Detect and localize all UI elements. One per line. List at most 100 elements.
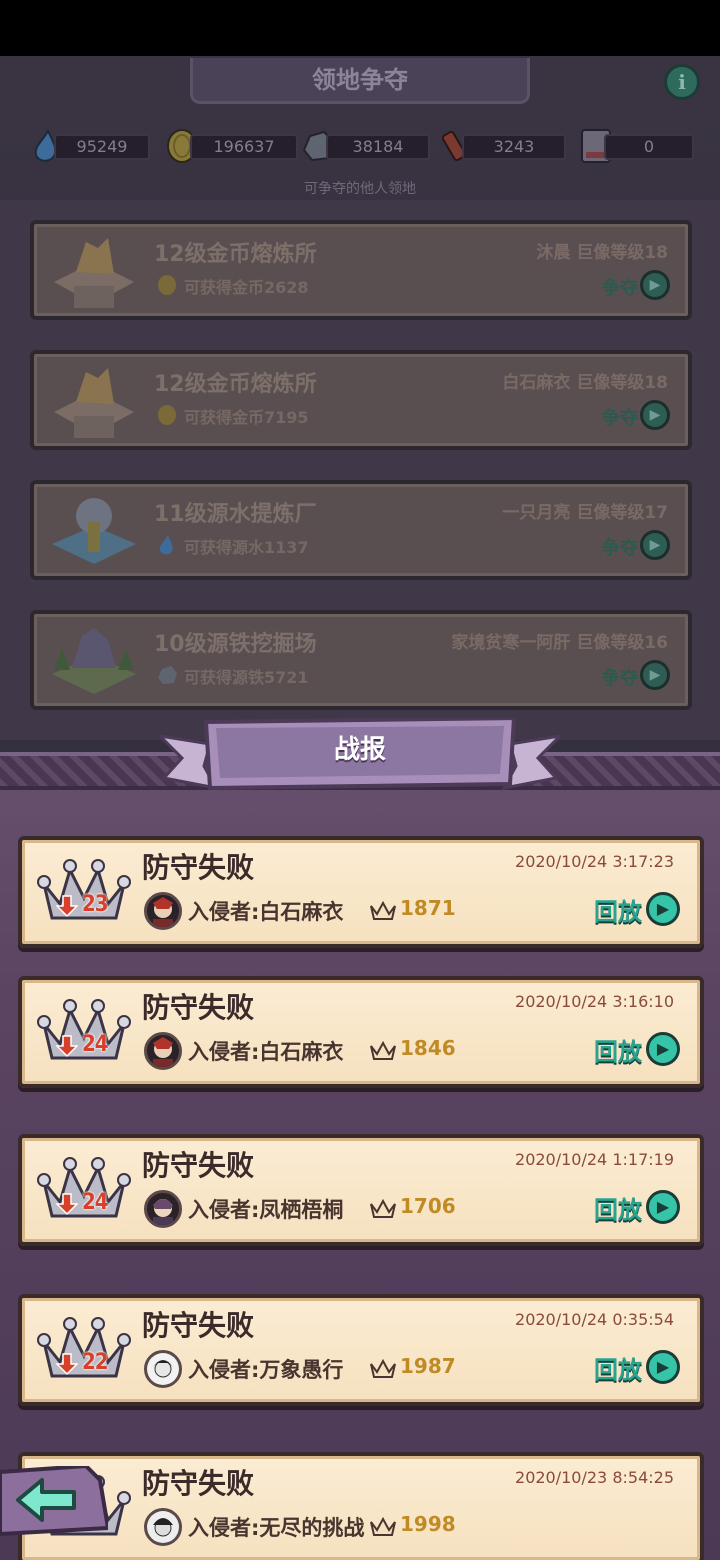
- avatar[interactable]: [144, 1508, 182, 1546]
- report-timestamp: 2020/10/24 3:17:23: [515, 852, 674, 871]
- crown-score-icon: [370, 900, 396, 920]
- grab-label[interactable]: 争夺: [602, 534, 638, 560]
- water-drop-icon: [159, 535, 173, 555]
- resource-iron-value: 38184: [326, 134, 430, 160]
- rank-value: 23: [82, 892, 109, 917]
- report-entry[interactable]: 24 防守失败 2020/10/24 1:17:19 入侵者:凤栖梧桐 1706…: [18, 1134, 704, 1246]
- rank-value: 22: [82, 1350, 109, 1375]
- territory-name: 12级金币熔炼所: [154, 242, 317, 267]
- crown-score-icon: [370, 1198, 396, 1218]
- rank-down-arrow-icon: [56, 1193, 78, 1216]
- report-result: 防守失败: [142, 1467, 255, 1500]
- iron-mine-thumbnail: [52, 628, 136, 694]
- crown-score-icon: [370, 1040, 396, 1060]
- avatar[interactable]: [144, 1032, 182, 1070]
- attacker-score: 1998: [400, 1512, 456, 1536]
- water-refinery-thumbnail: [52, 498, 136, 564]
- territory-card[interactable]: 12级金币熔炼所 可获得金币7195 白石麻衣 巨像等级18 争夺 ▶: [30, 350, 692, 450]
- chevron-right-icon[interactable]: ▶: [646, 1032, 680, 1066]
- report-entry[interactable]: 22 防守失败 2020/10/24 0:35:54 入侵者:万象愚行 1987…: [18, 1294, 704, 1406]
- chevron-right-icon[interactable]: ▶: [640, 660, 670, 690]
- territory-owner: 家境贫寒一阿肝 巨像等级16: [451, 633, 668, 653]
- resource-score-value: 0: [604, 134, 694, 160]
- chevron-right-icon[interactable]: ▶: [640, 270, 670, 300]
- avatar[interactable]: [144, 1350, 182, 1388]
- back-arrow-icon[interactable]: [0, 1466, 108, 1536]
- territory-name: 12级金币熔炼所: [154, 372, 317, 397]
- report-entry[interactable]: 防守失败 2020/10/23 8:54:25 入侵者:无尽的挑战 1998: [18, 1452, 704, 1560]
- report-entry[interactable]: 24 防守失败 2020/10/24 3:16:10 入侵者:白石麻衣 1846…: [18, 976, 704, 1088]
- territory-owner: 沐晨 巨像等级18: [536, 243, 668, 263]
- avatar-portrait-icon: [153, 1037, 173, 1067]
- chevron-right-icon[interactable]: ▶: [646, 892, 680, 926]
- report-entry[interactable]: 23 防守失败 2020/10/24 3:17:23 入侵者:白石麻衣 1871…: [18, 836, 704, 948]
- territory-card[interactable]: 11级源水提炼厂 可获得源水1137 一只月亮 巨像等级17 争夺 ▶: [30, 480, 692, 580]
- report-timestamp: 2020/10/24 0:35:54: [515, 1310, 674, 1329]
- rank-value: 24: [82, 1190, 109, 1215]
- gold-smelter-thumbnail: [54, 238, 134, 308]
- report-result: 防守失败: [142, 851, 255, 884]
- rank-down-arrow-icon: [56, 1353, 78, 1376]
- page-title: 领地争夺: [190, 58, 530, 104]
- report-result: 防守失败: [142, 991, 255, 1024]
- territory-card[interactable]: 12级金币熔炼所 可获得金币2628 沐晨 巨像等级18 争夺 ▶: [30, 220, 692, 320]
- attacker-score: 1871: [400, 896, 456, 920]
- rank-down-arrow-icon: [56, 895, 78, 918]
- avatar-portrait-icon: [153, 897, 173, 927]
- grab-label[interactable]: 争夺: [602, 404, 638, 430]
- avatar[interactable]: [144, 892, 182, 930]
- replay-button[interactable]: 回放: [594, 1350, 642, 1385]
- report-timestamp: 2020/10/24 1:17:19: [515, 1150, 674, 1169]
- report-timestamp: 2020/10/23 8:54:25: [515, 1468, 674, 1487]
- iron-ore-icon: [158, 666, 177, 684]
- attacker-score: 1987: [400, 1354, 456, 1378]
- attacker-name: 入侵者:凤栖梧桐: [188, 1198, 344, 1222]
- crown-score-icon: [370, 1516, 396, 1536]
- territory-name: 10级源铁挖掘场: [154, 632, 317, 657]
- chevron-right-icon[interactable]: ▶: [646, 1190, 680, 1224]
- attacker-name: 入侵者:万象愚行: [188, 1358, 344, 1382]
- gold-coin-icon: [158, 405, 176, 425]
- report-result: 防守失败: [142, 1149, 255, 1182]
- territory-name: 11级源水提炼厂: [154, 502, 317, 527]
- avatar-portrait-icon: [147, 1511, 179, 1543]
- replay-button[interactable]: 回放: [594, 1190, 642, 1225]
- chevron-right-icon[interactable]: ▶: [640, 530, 670, 560]
- grab-label[interactable]: 争夺: [602, 274, 638, 300]
- attacker-score: 1706: [400, 1194, 456, 1218]
- attacker-name: 入侵者:无尽的挑战: [188, 1516, 365, 1540]
- territory-subtitle: 可争夺的他人领地: [304, 181, 416, 197]
- attacker-score: 1846: [400, 1036, 456, 1060]
- rank-value: 24: [82, 1032, 109, 1057]
- territory-gain: 可获得源铁5721: [184, 668, 309, 687]
- report-timestamp: 2020/10/24 3:16:10: [515, 992, 674, 1011]
- gold-smelter-thumbnail: [54, 368, 134, 438]
- territory-card[interactable]: 10级源铁挖掘场 可获得源铁5721 家境贫寒一阿肝 巨像等级16 争夺 ▶: [30, 610, 692, 710]
- crown-score-icon: [370, 1358, 396, 1378]
- battle-report-list[interactable]: 23 防守失败 2020/10/24 3:17:23 入侵者:白石麻衣 1871…: [0, 836, 720, 1560]
- replay-button[interactable]: 回放: [594, 1032, 642, 1067]
- territory-gain: 可获得源水1137: [184, 538, 309, 557]
- territory-gain: 可获得金币2628: [184, 278, 309, 297]
- resource-scroll-value: 3243: [462, 134, 566, 160]
- avatar-portrait-icon: [153, 1199, 173, 1225]
- chevron-right-icon[interactable]: ▶: [640, 400, 670, 430]
- chevron-right-icon[interactable]: ▶: [646, 1350, 680, 1384]
- replay-button[interactable]: 回放: [594, 892, 642, 927]
- attacker-name: 入侵者:白石麻衣: [188, 1040, 344, 1064]
- resource-gold-value: 196637: [190, 134, 298, 160]
- resource-water-value: 95249: [54, 134, 150, 160]
- rank-down-arrow-icon: [56, 1035, 78, 1058]
- report-title: 战报: [333, 735, 386, 765]
- status-bar: [0, 0, 720, 56]
- gold-coin-icon: [158, 275, 176, 295]
- attacker-name: 入侵者:白石麻衣: [188, 900, 344, 924]
- avatar-portrait-icon: [147, 1353, 179, 1385]
- territory-owner: 白石麻衣 巨像等级18: [502, 373, 668, 393]
- territory-gain: 可获得金币7195: [184, 408, 309, 427]
- avatar[interactable]: [144, 1190, 182, 1228]
- info-button[interactable]: i: [664, 64, 700, 100]
- territory-owner: 一只月亮 巨像等级17: [502, 503, 668, 523]
- grab-label[interactable]: 争夺: [602, 664, 638, 690]
- report-result: 防守失败: [142, 1309, 255, 1342]
